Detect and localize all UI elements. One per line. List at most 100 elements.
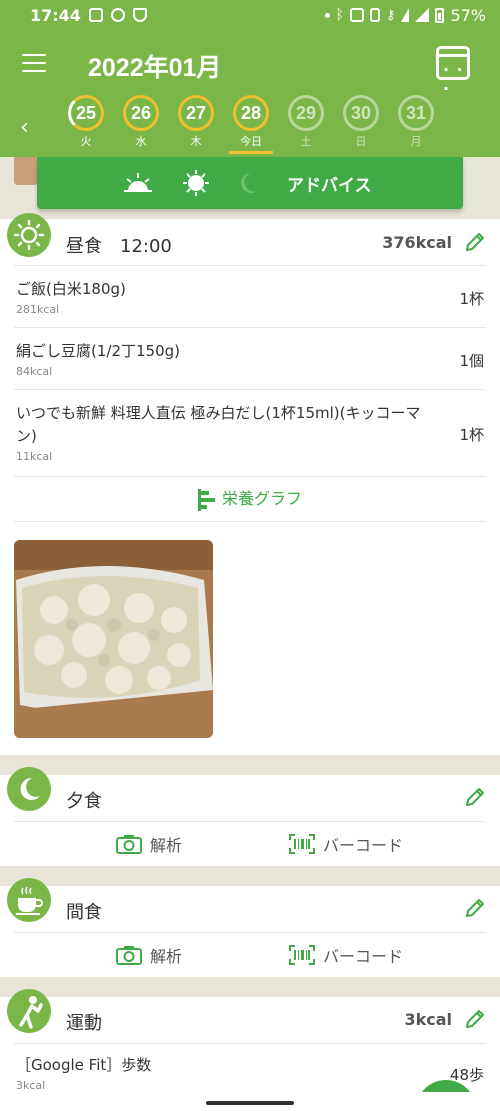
food-item[interactable]: 絹ごし豆腐(1/2丁150g) 84kcal	[16, 340, 436, 378]
signal-icon	[415, 8, 430, 22]
sun-icon	[13, 219, 45, 251]
food-kcal: 84kcal	[16, 365, 53, 378]
day-weekday: 今日	[240, 135, 262, 148]
food-name: いつでも新鮮 料理人直伝 極み白だし(1杯15ml)(キッコーマン)	[16, 404, 421, 445]
analyze-label: 解析	[150, 836, 183, 855]
status-time: 17:44	[30, 5, 81, 25]
dot-icon	[324, 12, 330, 18]
day-29[interactable]: 29 土	[284, 95, 328, 149]
day-ring: 27	[178, 95, 214, 131]
barcode-button[interactable]: バーコード	[289, 822, 403, 866]
moon-icon	[241, 173, 257, 193]
notification-icon	[88, 8, 103, 22]
day-26[interactable]: 26 水	[119, 95, 163, 149]
edit-pencil-icon[interactable]	[464, 231, 486, 253]
edit-pencil-icon[interactable]	[464, 1008, 486, 1030]
barcode-icon	[289, 945, 315, 965]
camera-icon	[116, 835, 142, 854]
food-item[interactable]: いつでも新鮮 料理人直伝 極み白だし(1杯15ml)(キッコーマン) 11kca…	[16, 402, 436, 463]
key-icon: ⚷	[385, 7, 396, 23]
vibrate-icon	[369, 8, 380, 22]
day-ring: 28	[233, 95, 269, 131]
battery-icon	[435, 7, 445, 23]
exercise-name: ［Google Fit］歩数	[16, 1056, 152, 1074]
dinner-actions: 解析 バーコード	[0, 822, 500, 866]
calendar-icon[interactable]	[436, 46, 470, 98]
snack-title: 間食	[66, 902, 102, 923]
barcode-icon	[289, 834, 315, 854]
bluetooth-icon: ᛒ	[335, 7, 344, 23]
nutrition-graph-button[interactable]: 栄養グラフ	[0, 477, 500, 521]
barcode-label: バーコード	[323, 947, 404, 966]
meal-time: 12:00	[120, 236, 172, 257]
day-selector: 25 火 26 水 27 木 28 今日 29 土 30 日 31 月	[60, 95, 500, 155]
nfc-icon	[349, 8, 364, 22]
day-30[interactable]: 30 日	[339, 95, 383, 149]
advice-button[interactable]: アドバイス	[37, 157, 463, 209]
sun-icon	[183, 170, 209, 196]
analyze-button[interactable]: 解析	[116, 933, 182, 977]
snack-actions: 解析 バーコード	[0, 933, 500, 977]
food-kcal: 281kcal	[16, 303, 60, 316]
meal-photo[interactable]	[14, 540, 213, 738]
app-notification-icon	[110, 8, 125, 22]
home-gesture-handle[interactable]	[206, 1101, 294, 1105]
advice-label: アドバイス	[287, 176, 372, 196]
day-28-today[interactable]: 28 今日	[229, 95, 273, 154]
morning-sun-icon	[124, 173, 152, 192]
menu-icon[interactable]	[22, 54, 46, 72]
analyze-button[interactable]: 解析	[116, 822, 182, 866]
meal-photo-image	[14, 540, 213, 738]
day-weekday: 木	[190, 135, 202, 148]
month-title: 2022年01月	[88, 54, 222, 82]
exercise-item-kcal: 3kcal	[16, 1079, 46, 1092]
edit-pencil-icon[interactable]	[464, 897, 486, 919]
divider	[14, 1043, 486, 1044]
status-bar: 17:44 ᛒ ⚷ 57%	[0, 0, 500, 30]
snack-badge	[7, 878, 51, 922]
lunch-badge	[7, 213, 51, 257]
edit-pencil-icon[interactable]	[464, 786, 486, 808]
food-item[interactable]: ご飯(白米180g) 281kcal	[16, 278, 436, 316]
coffee-cup-icon	[16, 886, 43, 915]
dinner-title: 夕食	[66, 791, 102, 812]
bar-chart-icon	[197, 488, 215, 511]
analyze-label: 解析	[150, 947, 183, 966]
day-31[interactable]: 31 月	[394, 95, 438, 149]
chevron-left-icon[interactable]: ‹	[20, 115, 29, 140]
day-weekday: 土	[300, 135, 312, 148]
shield-icon	[132, 8, 147, 22]
day-ring: 31	[398, 95, 434, 131]
barcode-label: バーコード	[323, 836, 404, 855]
food-name: 絹ごし豆腐(1/2丁150g)	[16, 342, 180, 360]
stretching-person-icon	[19, 996, 43, 1029]
barcode-button[interactable]: バーコード	[289, 933, 403, 977]
camera-icon	[116, 946, 142, 965]
divider	[14, 327, 486, 328]
exercise-badge	[7, 989, 51, 1033]
snack-card: 間食 解析 バーコード	[0, 878, 500, 977]
day-weekday: 火	[80, 135, 92, 148]
divider	[14, 521, 486, 522]
dinner-card: 夕食 解析 バーコード	[0, 767, 500, 866]
exercise-title: 運動	[66, 1013, 102, 1034]
dinner-badge	[7, 767, 51, 811]
food-qty: 1杯	[459, 290, 484, 308]
food-name: ご飯(白米180g)	[16, 280, 126, 298]
day-ring: 29	[288, 95, 324, 131]
day-weekday: 月	[410, 135, 422, 148]
food-qty: 1杯	[459, 426, 484, 444]
meal-name: 昼食	[66, 236, 102, 257]
day-weekday: 日	[355, 135, 367, 148]
exercise-item[interactable]: ［Google Fit］歩数 3kcal	[16, 1054, 436, 1092]
previous-meal-photo[interactable]	[14, 157, 38, 185]
wifi-icon	[401, 8, 410, 22]
day-27[interactable]: 27 木	[174, 95, 218, 149]
day-weekday: 水	[135, 135, 147, 148]
day-25[interactable]: 25 火	[64, 95, 108, 149]
food-qty: 1個	[459, 352, 484, 370]
day-ring: 30	[343, 95, 379, 131]
day-ring: 25	[68, 95, 104, 131]
food-kcal: 11kcal	[16, 450, 53, 463]
day-ring: 26	[123, 95, 159, 131]
